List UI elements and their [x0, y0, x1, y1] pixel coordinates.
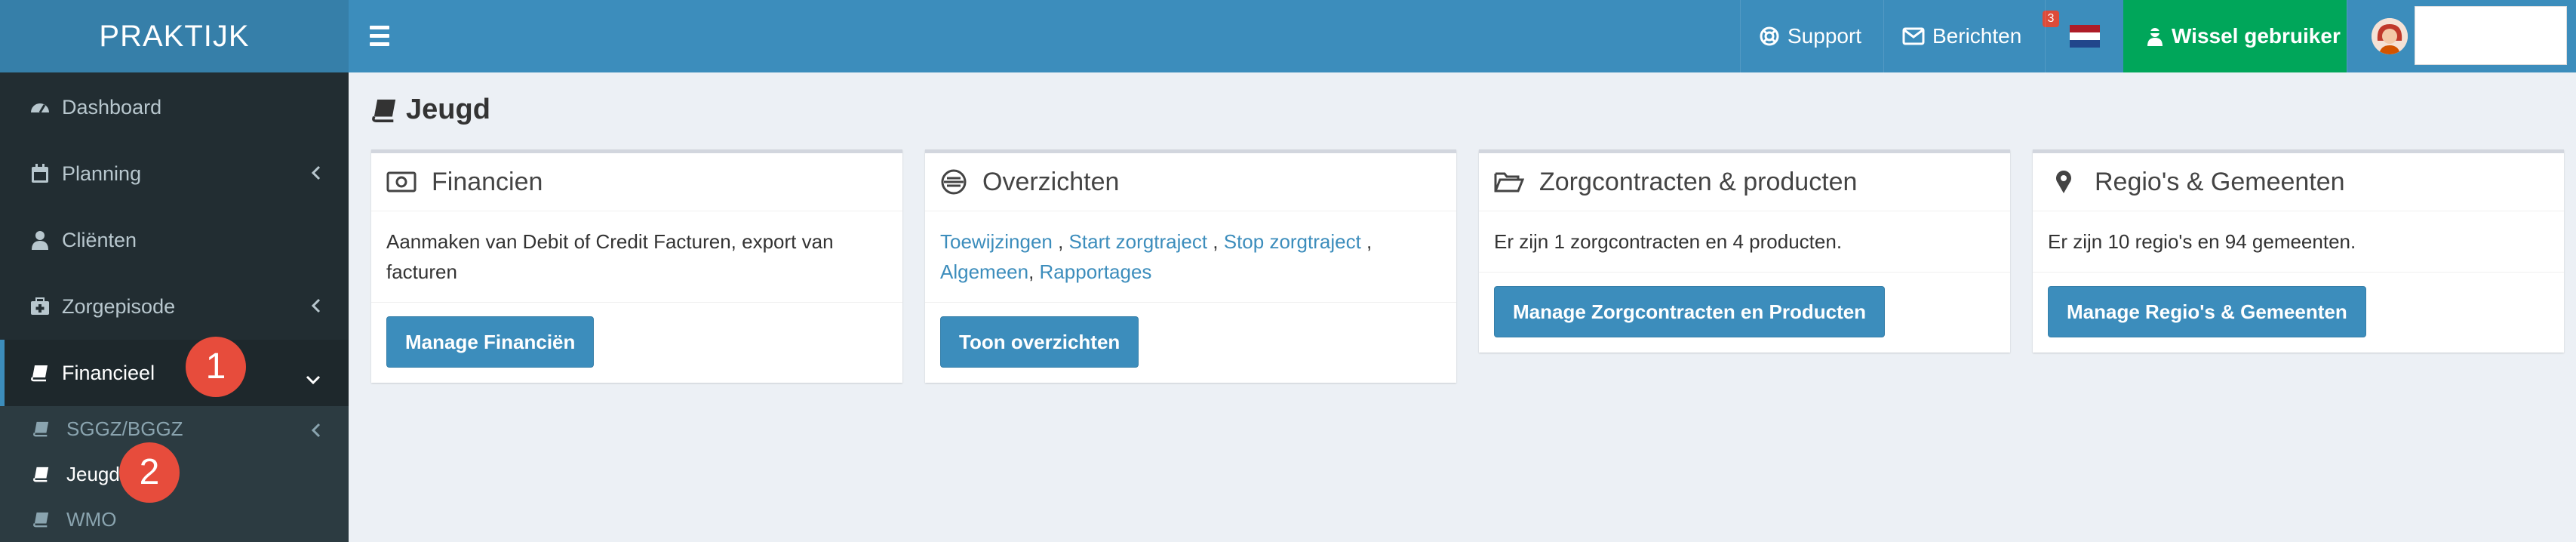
manage-zorgcontracten-button[interactable]: Manage Zorgcontracten en Producten — [1494, 286, 1886, 337]
sidebar-item-label: Dashboard — [62, 95, 162, 119]
sidebar-subitem-label: Jeugd — [66, 462, 120, 485]
avatar — [2372, 18, 2408, 54]
toon-overzichten-button[interactable]: Toon overzichten — [940, 316, 1139, 368]
card-financien: Financien Aanmaken van Debit of Credit F… — [371, 149, 902, 383]
sidebar-item-planning[interactable]: Planning — [0, 140, 349, 207]
step-marker-2: 2 — [119, 442, 180, 503]
chevron-left-icon — [311, 420, 321, 444]
switch-user-label: Wissel gebruiker — [2172, 24, 2341, 48]
link-stop-zorgtraject[interactable]: Stop zorgtraject — [1224, 230, 1361, 253]
card-title: Zorgcontracten & producten — [1539, 167, 1858, 196]
card-zorgcontracten: Zorgcontracten & producten Er zijn 1 zor… — [1479, 149, 2010, 353]
page-title: Jeugd — [371, 94, 490, 126]
manage-financien-button[interactable]: Manage Financiën — [386, 316, 595, 368]
link-start-zorgtraject[interactable]: Start zorgtraject — [1069, 230, 1208, 253]
card-body: Toewijzingen , Start zorgtraject , Stop … — [925, 211, 1456, 303]
dutch-flag-icon — [2069, 25, 2100, 48]
card-title: Overzichten — [982, 167, 1120, 196]
dashboard-icon — [29, 99, 51, 115]
top-navbar: PRAKTIJK Support Berichten 3 Wissel gebr… — [0, 0, 2576, 72]
messages-label: Berichten — [1932, 24, 2022, 48]
card-title: Regio's & Gemeenten — [2095, 167, 2345, 196]
sidebar-item-dashboard[interactable]: Dashboard — [0, 74, 349, 140]
sidebar-subitem-sggz-bggz[interactable]: SGGZ/BGGZ — [0, 406, 349, 451]
sidebar-item-label: Financieel — [62, 361, 155, 384]
medkit-icon — [29, 297, 51, 316]
card-header: Zorgcontracten & producten — [1479, 153, 2010, 211]
support-link[interactable]: Support — [1740, 0, 1883, 72]
card-header: Financien — [371, 153, 902, 211]
sidebar-item-financieel[interactable]: Financieel — [0, 340, 349, 406]
card-body: Er zijn 10 regio's en 94 gemeenten. — [2033, 211, 2564, 273]
map-marker-icon — [2055, 170, 2072, 194]
user-icon — [29, 230, 51, 250]
card-footer: Manage Regio's & Gemeenten — [2033, 273, 2564, 353]
list-circle-icon — [940, 168, 967, 196]
sidebar-subitem-wmo[interactable]: WMO — [0, 497, 349, 542]
sidebar-item-label: Cliënten — [62, 228, 137, 251]
sidebar-toggle-icon[interactable] — [370, 21, 389, 51]
link-algemeen[interactable]: Algemeen — [940, 260, 1028, 283]
sidebar-subitem-label: WMO — [66, 507, 117, 531]
switch-user-button[interactable]: Wissel gebruiker — [2123, 0, 2347, 72]
chevron-left-icon — [311, 296, 321, 319]
support-label: Support — [1788, 24, 1862, 48]
sidebar-subitem-label: SGGZ/BGGZ — [66, 417, 183, 440]
money-bill-icon — [386, 171, 417, 192]
brand-logo[interactable]: PRAKTIJK — [0, 0, 349, 72]
sidebar-item-label: Zorgepisode — [62, 294, 176, 318]
calendar-icon — [29, 164, 51, 183]
book-icon — [33, 466, 54, 482]
card-footer: Manage Zorgcontracten en Producten — [1479, 273, 2010, 353]
card-header: Regio's & Gemeenten — [2033, 153, 2564, 211]
lifebuoy-icon — [1759, 26, 1780, 47]
chevron-down-icon — [305, 367, 321, 390]
card-body: Aanmaken van Debit of Credit Facturen, e… — [371, 211, 902, 303]
chevron-left-icon — [311, 163, 321, 186]
folder-open-icon — [1494, 171, 1524, 193]
card-header: Overzichten — [925, 153, 1456, 211]
manage-regios-button[interactable]: Manage Regio's & Gemeenten — [2048, 286, 2366, 337]
messages-link[interactable]: Berichten 3 — [1883, 0, 2059, 72]
step-marker-1: 1 — [186, 337, 246, 397]
card-title: Financien — [432, 167, 543, 196]
username-field — [2415, 6, 2567, 65]
book-icon — [371, 97, 398, 123]
page-title-text: Jeugd — [406, 94, 490, 125]
link-rapportages[interactable]: Rapportages — [1040, 260, 1152, 283]
language-flag[interactable] — [2045, 0, 2123, 72]
card-body: Er zijn 1 zorgcontracten en 4 producten. — [1479, 211, 2010, 273]
user-secret-icon — [2146, 26, 2164, 46]
sidebar-item-label: Planning — [62, 162, 142, 185]
envelope-icon — [1902, 27, 1925, 45]
book-icon — [33, 511, 54, 528]
card-regios: Regio's & Gemeenten Er zijn 10 regio's e… — [2033, 149, 2564, 353]
card-overzichten: Overzichten Toewijzingen , Start zorgtra… — [925, 149, 1456, 383]
sidebar-item-clienten[interactable]: Cliënten — [0, 207, 349, 273]
link-toewijzingen[interactable]: Toewijzingen — [940, 230, 1053, 253]
card-footer: Toon overzichten — [925, 303, 1456, 383]
book-icon — [33, 420, 54, 437]
sidebar-item-zorgepisode[interactable]: Zorgepisode — [0, 273, 349, 340]
book-icon — [29, 364, 51, 382]
card-footer: Manage Financiën — [371, 303, 902, 383]
